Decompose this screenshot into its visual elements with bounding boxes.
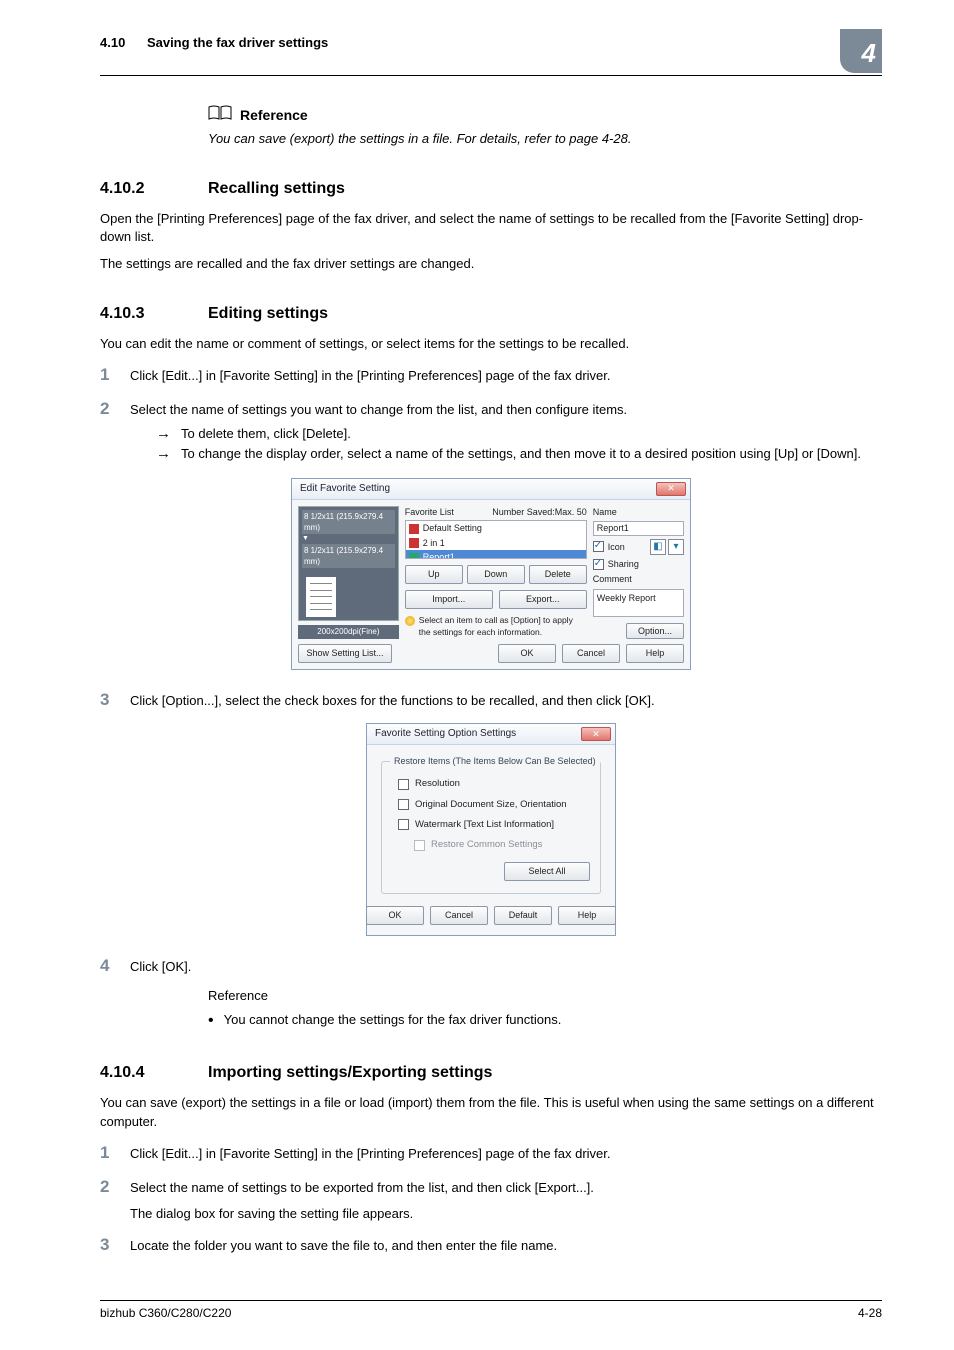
up-button[interactable]: Up xyxy=(405,565,463,584)
icon-dropdown[interactable]: ▾ xyxy=(668,539,684,555)
resolution-checkbox[interactable] xyxy=(398,779,409,790)
header-rule xyxy=(100,75,882,76)
footer-left: bizhub C360/C280/C220 xyxy=(100,1305,231,1322)
cancel-button[interactable]: Cancel xyxy=(562,644,620,663)
comment-label: Comment xyxy=(593,573,684,586)
default-button[interactable]: Default xyxy=(494,906,552,925)
ok-button[interactable]: OK xyxy=(366,906,424,925)
step-text: Select the name of settings you want to … xyxy=(130,402,627,417)
reference-block: Reference You can save (export) the sett… xyxy=(208,104,882,148)
comment-field[interactable]: Weekly Report xyxy=(593,589,684,617)
step-number: 2 xyxy=(100,1175,130,1199)
header-section-number: 4.10 xyxy=(100,35,125,50)
bulb-icon xyxy=(405,616,415,626)
step-number: 1 xyxy=(100,363,130,387)
step-text: Click [Edit...] in [Favorite Setting] in… xyxy=(130,1145,882,1163)
dialog-title: Favorite Setting Option Settings xyxy=(375,727,516,741)
favorite-list-label: Favorite List xyxy=(405,506,454,519)
substep-text: To change the display order, select a na… xyxy=(181,445,861,463)
step-text: Click [OK]. xyxy=(130,958,882,976)
preview-pane: 8 1/2x11 (215.9x279.4 mm) ▼ 8 1/2x11 (21… xyxy=(298,506,399,621)
heading-4-10-3: 4.10.3 Editing settings xyxy=(100,303,882,325)
delete-button[interactable]: Delete xyxy=(529,565,587,584)
para: You can edit the name or comment of sett… xyxy=(100,335,882,353)
reference-bullet: You cannot change the settings for the f… xyxy=(208,1010,882,1032)
option-settings-dialog: Favorite Setting Option Settings ✕ Resto… xyxy=(366,723,616,935)
sharing-checkbox[interactable] xyxy=(593,559,604,570)
footer-right: 4-28 xyxy=(858,1305,882,1322)
arrow-icon: → xyxy=(156,425,171,443)
ok-button[interactable]: OK xyxy=(498,644,556,663)
para: You can save (export) the settings in a … xyxy=(100,1094,882,1130)
original-size-checkbox[interactable] xyxy=(398,799,409,810)
step-number: 1 xyxy=(100,1141,130,1165)
reference-heading: Reference xyxy=(240,106,308,126)
cancel-button[interactable]: Cancel xyxy=(430,906,488,925)
preview-footer: 200x200dpi(Fine) xyxy=(298,625,399,639)
icon-preview: ◧ xyxy=(650,539,666,555)
close-icon[interactable]: ✕ xyxy=(656,482,686,496)
page-footer: bizhub C360/C280/C220 4-28 xyxy=(100,1300,882,1322)
step-text: Locate the folder you want to save the f… xyxy=(130,1237,882,1255)
restore-common-checkbox xyxy=(414,840,425,851)
step-text: The dialog box for saving the setting fi… xyxy=(130,1205,882,1223)
dialog-title: Edit Favorite Setting xyxy=(300,482,390,496)
step-text: Click [Edit...] in [Favorite Setting] in… xyxy=(130,367,882,385)
name-field[interactable]: Report1 xyxy=(593,521,684,536)
select-all-button[interactable]: Select All xyxy=(504,862,590,881)
para: Open the [Printing Preferences] page of … xyxy=(100,210,882,246)
running-header: 4.10 Saving the fax driver settings xyxy=(100,32,328,52)
edit-favorite-dialog: Edit Favorite Setting ✕ 8 1/2x11 (215.9x… xyxy=(291,478,691,670)
substep-text: To delete them, click [Delete]. xyxy=(181,425,351,443)
step-number: 4 xyxy=(100,954,130,978)
down-button[interactable]: Down xyxy=(467,565,525,584)
import-button[interactable]: Import... xyxy=(405,590,493,609)
favorite-list[interactable]: Default Setting 2 in 1 Report1 xyxy=(405,520,587,559)
para: The settings are recalled and the fax dr… xyxy=(100,255,882,273)
show-setting-list-button[interactable]: Show Setting List... xyxy=(298,644,392,663)
hint-text: Select an item to call as [Option] to ap… xyxy=(419,615,587,639)
watermark-checkbox[interactable] xyxy=(398,819,409,830)
favorite-list-count: Number Saved:Max. 50 xyxy=(492,506,587,519)
help-button[interactable]: Help xyxy=(558,906,616,925)
reference-label: Reference xyxy=(208,987,882,1005)
export-button[interactable]: Export... xyxy=(499,590,587,609)
step-text: Select the name of settings to be export… xyxy=(130,1179,882,1197)
book-icon xyxy=(208,104,232,128)
arrow-icon: → xyxy=(156,445,171,463)
option-button[interactable]: Option... xyxy=(626,623,684,638)
group-legend: Restore Items (The Items Below Can Be Se… xyxy=(390,755,600,768)
name-label: Name xyxy=(593,506,684,519)
help-button[interactable]: Help xyxy=(626,644,684,663)
step-number: 2 xyxy=(100,397,130,421)
heading-4-10-2: 4.10.2 Recalling settings xyxy=(100,178,882,200)
step-number: 3 xyxy=(100,1233,130,1257)
step-number: 3 xyxy=(100,688,130,712)
icon-checkbox[interactable] xyxy=(593,541,604,552)
step-text: Click [Option...], select the check boxe… xyxy=(130,692,882,710)
close-icon[interactable]: ✕ xyxy=(581,727,611,741)
heading-4-10-4: 4.10.4 Importing settings/Exporting sett… xyxy=(100,1062,882,1084)
header-section-title: Saving the fax driver settings xyxy=(147,35,328,50)
chapter-badge: 4 xyxy=(840,29,882,73)
reference-body: You can save (export) the settings in a … xyxy=(208,130,882,148)
